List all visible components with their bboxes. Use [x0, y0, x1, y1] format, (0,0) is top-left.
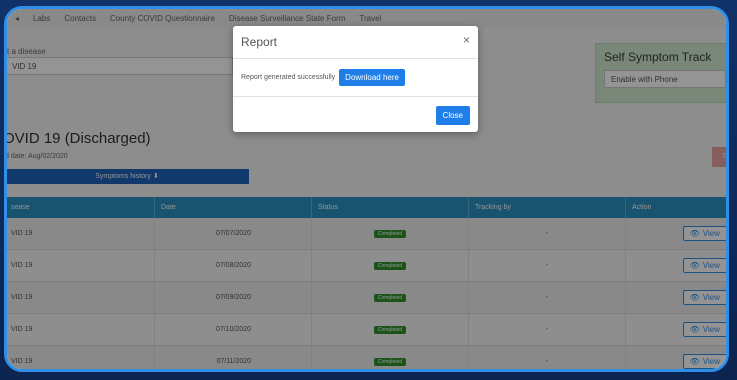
- close-button[interactable]: Close: [435, 105, 470, 125]
- report-modal: Report × Report generated successfully D…: [233, 26, 478, 132]
- app-frame: ◂ Labs Contacts County COVID Questionnai…: [4, 6, 729, 372]
- download-button[interactable]: Download here: [339, 69, 405, 86]
- close-icon[interactable]: ×: [463, 33, 470, 47]
- modal-body: Report generated successfully Download h…: [233, 59, 478, 97]
- modal-title: Report: [241, 35, 278, 49]
- app-content: ◂ Labs Contacts County COVID Questionnai…: [7, 9, 726, 369]
- report-message: Report generated successfully: [241, 74, 336, 81]
- modal-footer: Close: [233, 97, 478, 133]
- modal-header: Report ×: [233, 26, 478, 59]
